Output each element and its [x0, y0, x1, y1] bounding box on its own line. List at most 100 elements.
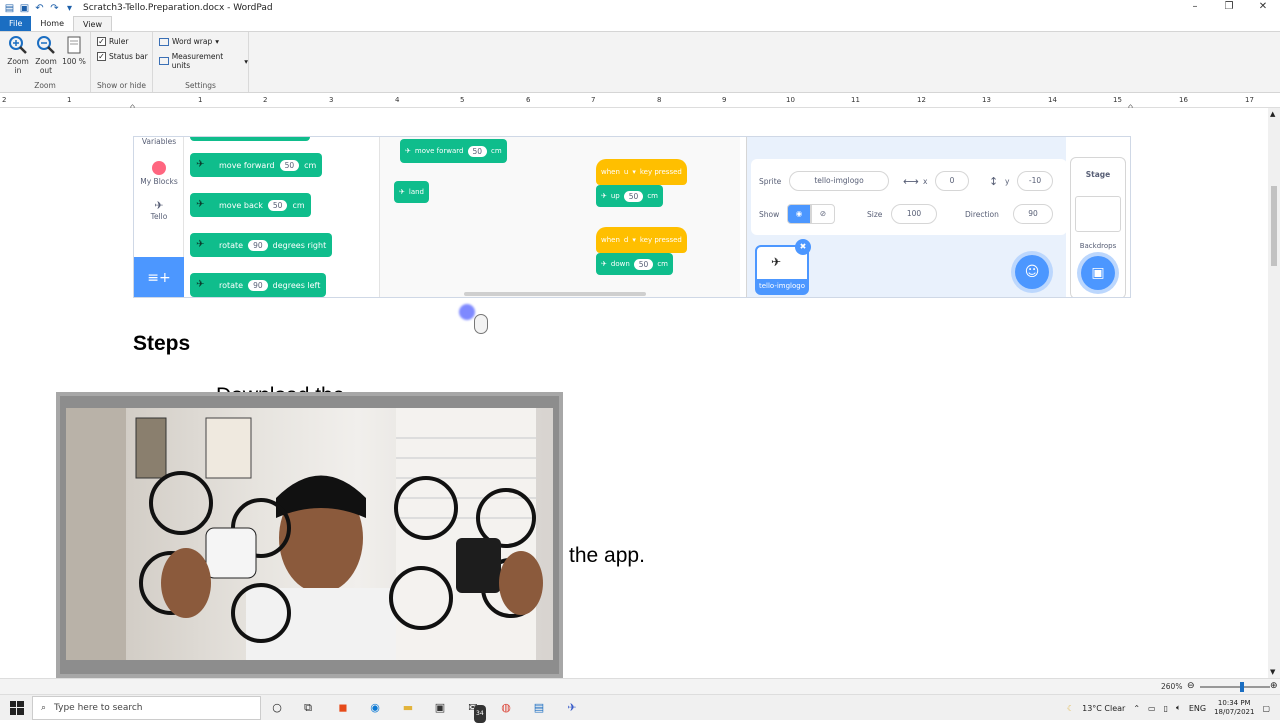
block-unit: cm	[292, 200, 305, 210]
chevron-up-icon[interactable]: ⌃	[1133, 704, 1140, 713]
search-icon: ⌕	[41, 703, 47, 713]
vertical-arrows-icon: ↕	[989, 175, 999, 188]
code-block-move-forward: ✈ move forward 50 cm	[400, 139, 507, 163]
code-block-down: ✈ down 50 cm	[596, 253, 673, 275]
settings-group: Word wrap ▾ Measurement units ▾ Settings	[153, 32, 249, 92]
block-value: 50	[267, 199, 288, 211]
redo-icon[interactable]: ↷	[49, 3, 60, 14]
windows-start-icon[interactable]	[10, 701, 24, 715]
zoom-slider-thumb[interactable]	[1240, 682, 1244, 692]
zoom-group-label: Zoom	[34, 81, 56, 90]
drone-icon: ✈	[196, 279, 205, 290]
customize-dropdown-icon[interactable]: ▾	[64, 3, 75, 14]
cortana-icon[interactable]: ○	[268, 699, 286, 717]
webcam-video	[66, 408, 553, 660]
zoom-minus-icon[interactable]: ⊖	[1187, 681, 1195, 691]
ruler-tick: 3	[329, 96, 334, 104]
close-icon[interactable]: ✕	[1246, 0, 1280, 14]
stage-thumbnail	[1075, 196, 1121, 232]
ruler-tick: 2	[263, 96, 268, 104]
code-label: key pressed	[639, 236, 682, 244]
zoom-percentage: 260%	[1161, 682, 1183, 691]
word-wrap-dropdown[interactable]: Word wrap ▾	[159, 37, 219, 46]
vertical-scrollbar[interactable]: ▲ ▼	[1268, 108, 1280, 678]
clock[interactable]: 10:34 PM 18/07/2021	[1214, 699, 1254, 717]
maximize-icon[interactable]: ❐	[1212, 0, 1246, 14]
scratch-app-icon[interactable]: ✈	[563, 699, 581, 717]
category-label: My Blocks	[140, 177, 178, 186]
volume-icon[interactable]: 🔈︎	[1176, 703, 1181, 713]
window-controls: – ❐ ✕	[1178, 0, 1280, 14]
drone-icon: ✈	[601, 260, 607, 268]
zoom-in-button[interactable]: Zoom in	[6, 35, 30, 75]
undo-icon[interactable]: ↶	[34, 3, 45, 14]
language-indicator[interactable]: ENG	[1189, 704, 1206, 713]
ruler-tick: 4	[395, 96, 400, 104]
stage-label: Stage	[1085, 170, 1111, 179]
ruler-tick: 9	[722, 96, 727, 104]
scroll-up-icon[interactable]: ▲	[1270, 110, 1275, 118]
zoom-plus-icon[interactable]: ⊕	[1270, 681, 1278, 691]
chrome-icon[interactable]: ◍	[497, 699, 515, 717]
person-holding-drones-image	[66, 408, 543, 660]
measurement-units-dropdown[interactable]: Measurement units ▾	[159, 52, 248, 70]
horizontal-arrows-icon: ⟷	[903, 175, 919, 188]
tab-file[interactable]: File	[0, 16, 32, 31]
tab-view[interactable]: View	[73, 16, 112, 31]
word-wrap-icon	[159, 37, 169, 46]
edge-icon[interactable]: ◉	[366, 699, 384, 717]
chevron-down-icon: ▾	[244, 56, 248, 66]
direction-label: Direction	[965, 210, 999, 219]
drone-icon: ✈	[196, 199, 205, 210]
code-label: when	[601, 236, 620, 244]
store-icon[interactable]: ▣	[431, 699, 449, 717]
office-icon[interactable]: ◼	[334, 699, 352, 717]
battery-icon[interactable]: ▯	[1164, 704, 1168, 713]
code-label: land	[408, 188, 424, 196]
zoom-slider[interactable]	[1200, 682, 1270, 692]
check-icon: ✓	[97, 37, 106, 46]
minimize-icon[interactable]: –	[1178, 0, 1212, 14]
ruler-tick: 1	[67, 96, 72, 104]
task-view-icon[interactable]: ⧉	[299, 699, 317, 717]
scrollbar-thumb[interactable]	[1271, 186, 1277, 266]
ruler-checkbox[interactable]: ✓ Ruler	[97, 37, 128, 46]
mail-icon[interactable]: ✉ 34	[464, 699, 486, 723]
ruler-tick: 5	[460, 96, 465, 104]
size-label: Size	[867, 210, 883, 219]
zoom-group: Zoom in Zoom out 100 % Zoom	[0, 32, 91, 92]
code-value: 50	[467, 145, 488, 157]
wordpad-taskbar-icon[interactable]: ▤	[530, 699, 548, 717]
save-icon[interactable]: ▣	[19, 3, 30, 14]
backdrops-label: Backdrops	[1079, 242, 1117, 250]
stage-panel: Stage Backdrops ▣	[1070, 157, 1126, 297]
network-icon[interactable]: ▭	[1148, 704, 1156, 713]
scratch-code-area: ✈ move forward 50 cm ✈ land when u ▾ key…	[380, 137, 962, 297]
weather-text[interactable]: 13°C Clear	[1082, 704, 1125, 713]
palette-block: ✈ move forward 50 cm	[190, 153, 323, 177]
wordpad-icon: ▤	[4, 2, 15, 14]
ribbon: Zoom in Zoom out 100 % Zoom ✓ Ruler ✓ St…	[0, 31, 1280, 93]
word-wrap-label: Word wrap	[172, 37, 213, 46]
zoom-in-label: Zoom in	[7, 57, 29, 75]
status-bar-label: Status bar	[109, 52, 148, 61]
status-bar-checkbox[interactable]: ✓ Status bar	[97, 52, 148, 61]
zoom-in-icon	[9, 36, 27, 54]
x-label: x	[923, 177, 928, 186]
ruler-tick: 11	[851, 96, 860, 104]
taskbar-search[interactable]: ⌕ Type here to search	[32, 696, 261, 720]
code-label: down	[610, 260, 630, 268]
ruler-tick: 6	[526, 96, 531, 104]
file-explorer-icon[interactable]: ▬	[399, 699, 417, 717]
notification-icon[interactable]: ▢	[1262, 704, 1270, 713]
tab-home[interactable]: Home	[31, 16, 73, 31]
block-value: 90	[248, 279, 268, 291]
zoom-out-label: Zoom out	[35, 57, 57, 75]
zoom-out-button[interactable]: Zoom out	[34, 35, 58, 75]
ruler[interactable]: 2 1 1 2 3 4 5 6 7 8 9 10 11 12 13 14 15 …	[0, 94, 1280, 111]
scroll-down-icon[interactable]: ▼	[1270, 668, 1275, 676]
code-unit: cm	[657, 260, 668, 268]
measurement-units-label: Measurement units	[171, 52, 224, 70]
show-hide-group-label: Show or hide	[97, 81, 146, 90]
zoom-100-button[interactable]: 100 %	[62, 35, 86, 66]
